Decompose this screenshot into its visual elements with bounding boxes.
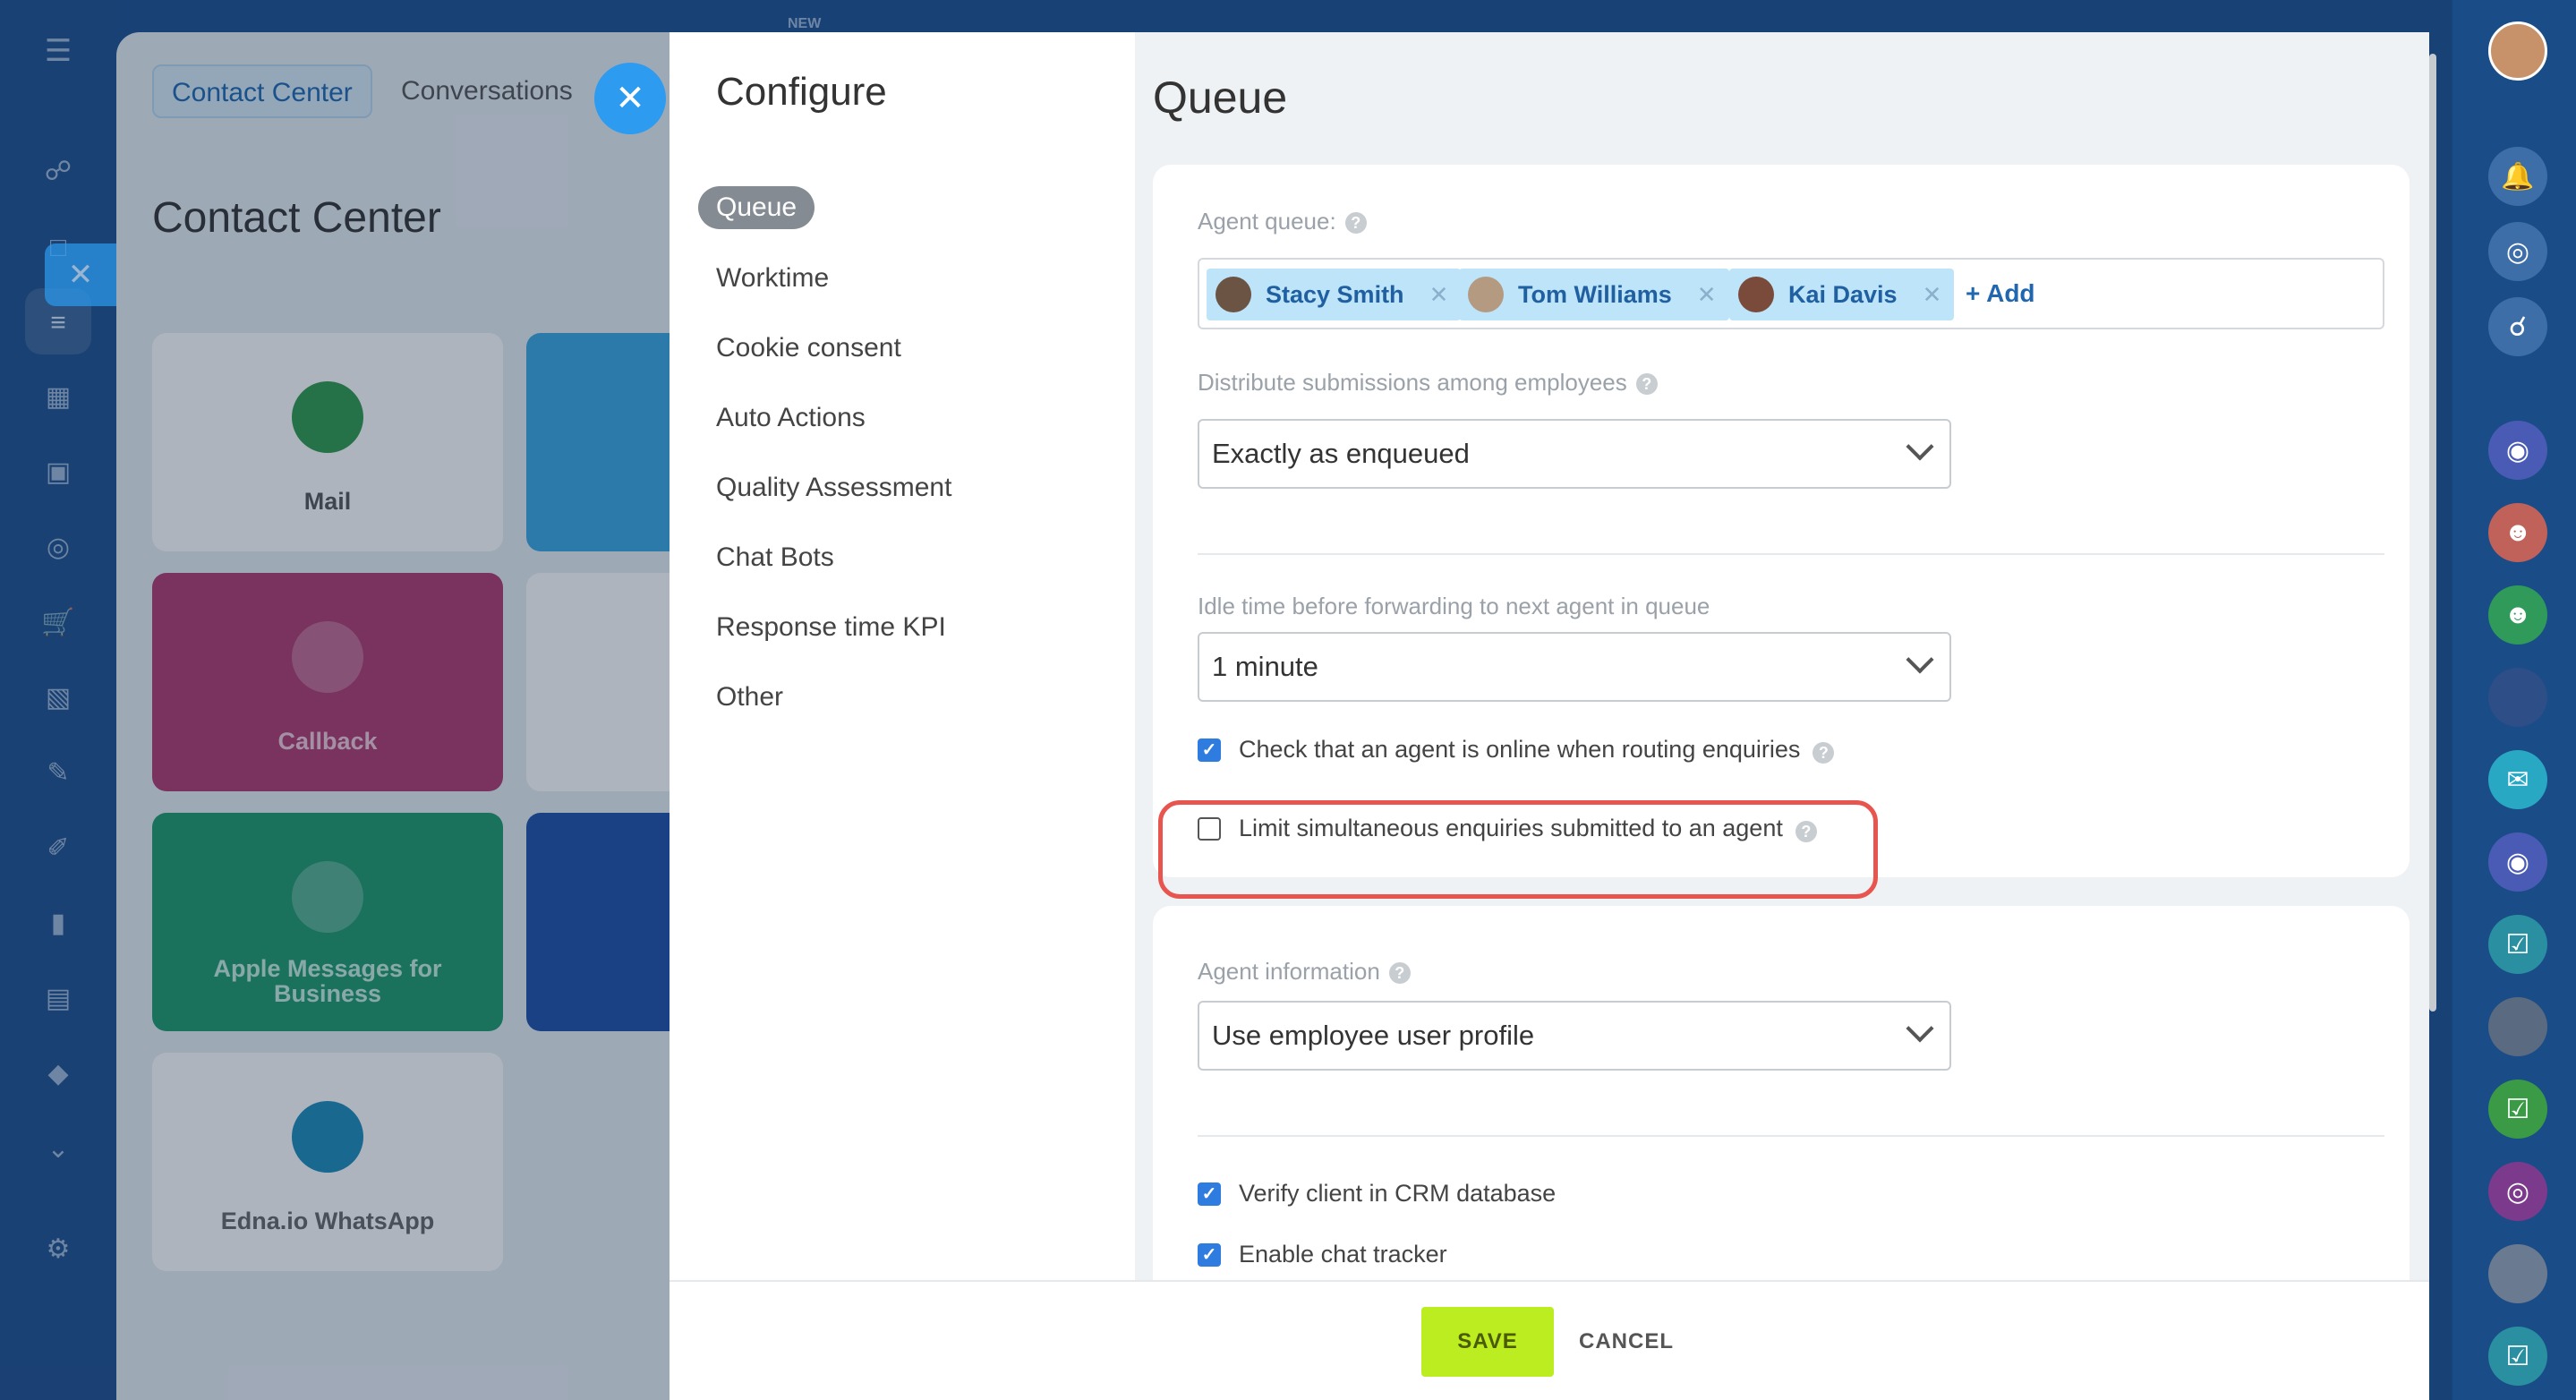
agent-chip: Stacy Smith ✕ (1207, 269, 1462, 320)
team-icon[interactable]: ☻ (2488, 585, 2547, 645)
select-value: 1 minute (1212, 651, 1318, 682)
save-button[interactable]: SAVE (1421, 1307, 1554, 1377)
chat-tracker-option[interactable]: ✓ Enable chat tracker (1198, 1241, 1447, 1268)
openlines-icon[interactable]: ◉ (2488, 421, 2547, 480)
menu-item-cookie-consent[interactable]: Cookie consent (698, 313, 1092, 383)
queue-card: Agent queue:? Stacy Smith ✕ Tom Williams… (1153, 165, 2410, 899)
fingerprint-icon[interactable]: ◎ (2488, 1162, 2547, 1221)
right-rail: 🔔 ◎ ☌ ◉ ☻ ☻ ✉ ◉ ☑ ☑ ◎ ☑ (2452, 0, 2576, 1400)
menu-item-queue[interactable]: Queue (698, 186, 815, 229)
group-icon[interactable]: ☻ (2488, 503, 2547, 562)
contact-avatar[interactable] (2488, 997, 2547, 1056)
close-slider-button[interactable]: ✕ (594, 63, 666, 134)
idle-time-select[interactable]: 1 minute (1198, 632, 1951, 702)
task-icon[interactable]: ☑ (2488, 1327, 2547, 1386)
verify-client-checkbox[interactable]: ✓ (1198, 1182, 1221, 1206)
remove-icon[interactable]: ✕ (1697, 281, 1717, 309)
comments-icon[interactable]: ✉ (2488, 750, 2547, 809)
menu-item-chat-bots[interactable]: Chat Bots (698, 523, 1092, 593)
task-icon[interactable]: ☑ (2488, 915, 2547, 974)
menu-item-worktime[interactable]: Worktime (698, 243, 1092, 313)
help-icon[interactable]: ? (1635, 373, 1658, 396)
bell-icon[interactable]: 🔔 (2488, 147, 2547, 206)
configure-slider: Configure Queue Worktime Cookie consent … (670, 32, 2429, 1400)
label-text: Agent queue: (1198, 208, 1336, 235)
chat-tracker-checkbox[interactable]: ✓ (1198, 1242, 1221, 1267)
distribute-select[interactable]: Exactly as enqueued (1198, 419, 1951, 489)
agent-info-label: Agent information? (1198, 958, 1411, 986)
check-online-option[interactable]: ✓ Check that an agent is online when rou… (1198, 736, 1835, 764)
option-label: Check that an agent is online when routi… (1239, 736, 1801, 763)
avatar (1468, 277, 1504, 312)
configure-menu: Queue Worktime Cookie consent Auto Actio… (698, 174, 1092, 732)
menu-item-quality-assessment[interactable]: Quality Assessment (698, 453, 1092, 523)
search-chat-icon[interactable]: ☌ (2488, 297, 2547, 356)
slider-footer: SAVE CANCEL (670, 1280, 2429, 1400)
menu-item-auto-actions[interactable]: Auto Actions (698, 383, 1092, 453)
idle-time-label: Idle time before forwarding to next agen… (1198, 593, 1710, 619)
agent-chip: Kai Davis ✕ (1729, 269, 1955, 320)
contact-avatar[interactable] (2488, 668, 2547, 727)
chevron-down-icon (1906, 645, 1934, 674)
chevron-down-icon (1906, 432, 1934, 461)
chevron-down-icon (1906, 1014, 1934, 1043)
verify-client-option[interactable]: ✓ Verify client in CRM database (1198, 1180, 1556, 1208)
label-text: Agent information (1198, 958, 1380, 985)
agent-name: Kai Davis (1788, 280, 1898, 308)
select-value: Use employee user profile (1212, 1020, 1535, 1051)
avatar (1738, 277, 1774, 312)
select-value: Exactly as enqueued (1212, 438, 1470, 469)
agent-name: Tom Williams (1518, 280, 1672, 308)
check-online-checkbox[interactable]: ✓ (1198, 738, 1221, 762)
menu-item-response-time-kpi[interactable]: Response time KPI (698, 593, 1092, 662)
avatar (1215, 277, 1251, 312)
label-text: Distribute submissions among employees (1198, 369, 1627, 396)
divider (1198, 553, 2384, 555)
divider (1198, 1135, 2384, 1137)
option-label: Enable chat tracker (1239, 1241, 1447, 1268)
user-avatar[interactable] (2488, 21, 2547, 81)
menu-item-other[interactable]: Other (698, 662, 1092, 732)
target-icon[interactable]: ◎ (2488, 222, 2547, 281)
agent-chip: Tom Williams ✕ (1459, 269, 1729, 320)
agent-info-card: Agent information? Use employee user pro… (1153, 906, 2410, 1300)
distribute-label: Distribute submissions among employees? (1198, 369, 1658, 397)
help-icon[interactable]: ? (1344, 212, 1367, 235)
scrollbar[interactable] (2429, 54, 2436, 1012)
contact-avatar[interactable] (2488, 1244, 2547, 1303)
close-icon: ✕ (45, 243, 116, 306)
agent-info-select[interactable]: Use employee user profile (1198, 1001, 1951, 1071)
queue-title: Queue (1153, 73, 1288, 123)
configure-title: Configure (716, 70, 887, 114)
queue-content: Queue Agent queue:? Stacy Smith ✕ Tom Wi… (1135, 32, 2429, 1300)
agent-name: Stacy Smith (1266, 280, 1404, 308)
remove-icon[interactable]: ✕ (1923, 281, 1942, 309)
remove-icon[interactable]: ✕ (1429, 281, 1449, 309)
option-label: Limit simultaneous enquiries submitted t… (1239, 815, 1783, 841)
option-label: Verify client in CRM database (1239, 1180, 1557, 1207)
help-icon[interactable]: ? (1795, 820, 1817, 842)
task-icon[interactable]: ☑ (2488, 1080, 2547, 1139)
openlines-icon[interactable]: ◉ (2488, 832, 2547, 892)
help-icon[interactable]: ? (1388, 962, 1411, 985)
agent-queue-field[interactable]: Stacy Smith ✕ Tom Williams ✕ Kai Davis ✕… (1198, 258, 2384, 329)
add-agent-link[interactable]: + Add (1966, 279, 2035, 308)
limit-enquiries-checkbox[interactable] (1198, 816, 1221, 841)
help-icon[interactable]: ? (1813, 741, 1835, 764)
limit-enquiries-option[interactable]: Limit simultaneous enquiries submitted t… (1198, 815, 1817, 842)
agent-queue-label: Agent queue:? (1198, 208, 1367, 235)
cancel-button[interactable]: CANCEL (1579, 1307, 1674, 1377)
